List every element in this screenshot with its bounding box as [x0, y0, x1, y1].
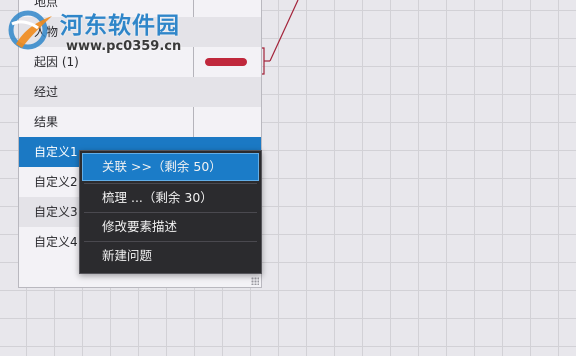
menu-item-organize[interactable]: 梳理 ...（剩余 30）	[82, 184, 259, 212]
watermark-url: www.pc0359.cn	[66, 39, 182, 54]
cause-marker[interactable]	[205, 58, 247, 66]
watermark-site-name: 河东软件园	[60, 12, 180, 39]
resize-grip-icon[interactable]	[251, 277, 259, 285]
menu-item-new-question[interactable]: 新建问题	[82, 242, 259, 270]
list-item-result[interactable]: 结果	[19, 107, 261, 137]
list-item-process[interactable]: 经过	[19, 77, 261, 107]
menu-item-link[interactable]: 关联 >>（剩余 50）	[82, 153, 259, 181]
watermark-logo-icon	[8, 10, 52, 50]
context-menu: 关联 >>（剩余 50） 梳理 ...（剩余 30） 修改要素描述 新建问题	[79, 150, 262, 274]
watermark: 河东软件园 www.pc0359.cn	[0, 0, 200, 60]
menu-item-edit-description[interactable]: 修改要素描述	[82, 213, 259, 241]
